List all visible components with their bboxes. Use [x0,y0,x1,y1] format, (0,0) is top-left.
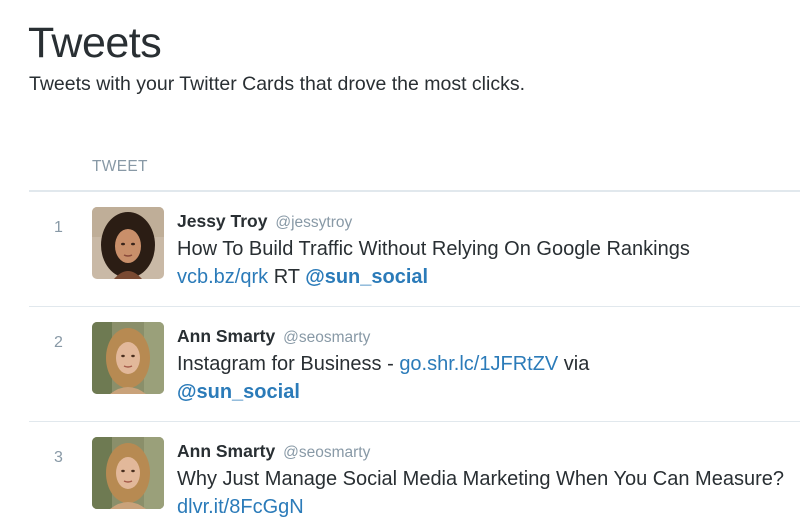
tweet-text-middle: via [558,353,590,375]
tweet-rank: 2 [54,334,63,351]
tweet-text-middle: RT [268,266,306,288]
tweets-list: 1 Jessy Troy @jessytroy How To Build Tra… [29,192,800,532]
column-header-tweet: TWEET [92,158,148,175]
tweet-row: 3 Ann Smarty @seosmarty Why Just Manage … [29,422,800,532]
avatar[interactable] [92,437,164,509]
tweet-text: How To Build Traffic Without Relying On … [177,235,792,291]
page-title: Tweets [28,19,162,67]
avatar-image [92,437,164,509]
tweet-author: Ann Smarty @seosmarty [177,324,792,350]
author-name[interactable]: Ann Smarty [177,441,275,461]
tweet-row: 2 Ann Smarty @seosmarty Instagram for Bu… [29,307,800,422]
tweet-text-body: Instagram for Business - [177,353,400,375]
tweet-author: Jessy Troy @jessytroy [177,209,792,235]
avatar[interactable] [92,322,164,394]
tweet-link[interactable]: go.shr.lc/1JFRtZV [399,353,558,375]
tweet-row: 1 Jessy Troy @jessytroy How To Build Tra… [29,192,800,307]
author-name[interactable]: Ann Smarty [177,326,275,346]
tweet-rank: 1 [54,219,63,236]
tweet-text: Why Just Manage Social Media Marketing W… [177,465,792,521]
tweet-mention[interactable]: @sun_social [177,381,300,403]
tweets-page: Tweets Tweets with your Twitter Cards th… [0,0,800,532]
tweet-text-body: Why Just Manage Social Media Marketing W… [177,468,784,490]
tweet-author: Ann Smarty @seosmarty [177,439,792,465]
page-subtitle: Tweets with your Twitter Cards that drov… [29,73,525,95]
tweet-text: Instagram for Business - go.shr.lc/1JFRt… [177,350,792,406]
tweet-link[interactable]: vcb.bz/qrk [177,266,268,288]
tweet-link[interactable]: dlvr.it/8FcGgN [177,496,304,518]
tweet-text-body: How To Build Traffic Without Relying On … [177,238,690,260]
tweet-mention[interactable]: @sun_social [305,266,428,288]
tweet-rank: 3 [54,449,63,466]
avatar[interactable] [92,207,164,279]
tweet-content: Jessy Troy @jessytroy How To Build Traff… [177,209,792,291]
avatar-image [92,322,164,394]
tweet-content: Ann Smarty @seosmarty Why Just Manage So… [177,439,792,521]
author-name[interactable]: Jessy Troy [177,211,267,231]
tweet-content: Ann Smarty @seosmarty Instagram for Busi… [177,324,792,406]
avatar-image [92,207,164,279]
author-handle[interactable]: @seosmarty [283,444,370,461]
author-handle[interactable]: @seosmarty [283,329,370,346]
author-handle[interactable]: @jessytroy [275,214,352,231]
